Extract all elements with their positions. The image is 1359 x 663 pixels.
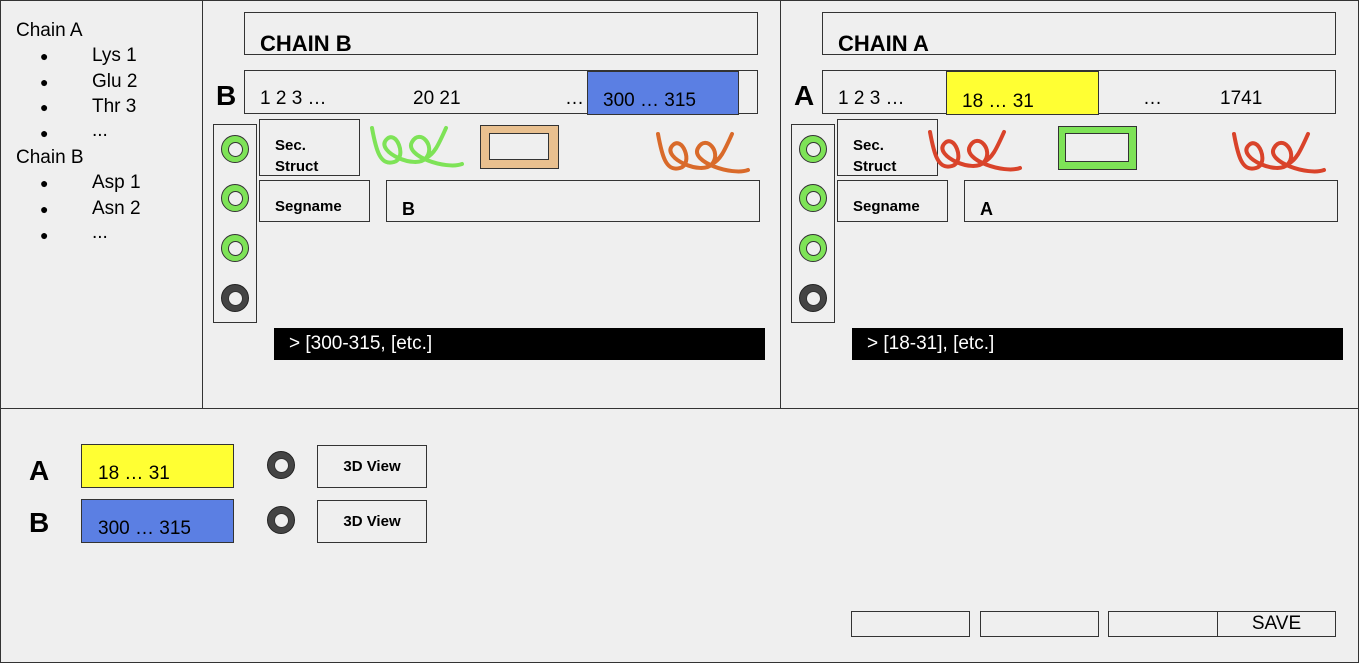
strand-icon xyxy=(1058,126,1137,170)
selection-radio[interactable] xyxy=(267,506,295,534)
segname-field[interactable] xyxy=(964,180,1338,222)
residue-item[interactable]: Lys 1 xyxy=(92,45,137,67)
selection-console[interactable]: > [18-31], [etc.] xyxy=(852,328,1343,360)
footer-button[interactable] xyxy=(980,611,1099,637)
track-toggle-radio[interactable] xyxy=(221,284,249,312)
save-button[interactable]: SAVE xyxy=(1217,611,1336,637)
selection-range[interactable]: 300 … 315 xyxy=(81,499,234,543)
sequence-highlight-label: 18 … 31 xyxy=(962,91,1034,112)
bullet: ● xyxy=(40,175,49,191)
chain-title: CHAIN A xyxy=(838,31,929,56)
bullet: ● xyxy=(40,74,49,90)
chain-letter: A xyxy=(794,80,815,111)
track-toggle-radio[interactable] xyxy=(799,135,827,163)
sequence-ellipsis: … xyxy=(1143,88,1162,109)
bullet: ● xyxy=(40,99,49,115)
sec-struct-label: Sec. Struct xyxy=(853,137,897,175)
sequence-ellipsis: … xyxy=(565,88,584,109)
footer-button[interactable] xyxy=(851,611,970,637)
selection-range[interactable]: 18 … 31 xyxy=(81,444,234,488)
helix-icon xyxy=(656,132,750,174)
3d-view-button[interactable]: 3D View xyxy=(317,445,427,488)
selection-range-label: 300 … 315 xyxy=(98,518,191,539)
track-toggle-radio[interactable] xyxy=(799,184,827,212)
segname-value: B xyxy=(402,199,415,219)
residue-item[interactable]: ... xyxy=(92,120,108,142)
track-toggle-radio[interactable] xyxy=(221,184,249,212)
chain-group-title[interactable]: Chain A xyxy=(16,20,83,42)
sequence-mid: 20 21 xyxy=(413,88,461,109)
segname-field[interactable] xyxy=(386,180,760,222)
bullet: ● xyxy=(40,48,49,64)
sequence-highlight[interactable]: 300 … 315 xyxy=(587,71,739,115)
residue-item[interactable]: ... xyxy=(92,222,108,244)
sequence-highlight[interactable]: 18 … 31 xyxy=(946,71,1099,115)
bullet: ● xyxy=(40,125,49,141)
sequence-start: 1 2 3 … xyxy=(260,88,327,109)
bullet: ● xyxy=(40,201,49,217)
strand-icon xyxy=(480,125,559,169)
helix-icon xyxy=(1232,132,1326,174)
chain-group-title[interactable]: Chain B xyxy=(16,147,84,169)
track-toggle-radio[interactable] xyxy=(221,234,249,262)
track-toggle-radio[interactable] xyxy=(221,135,249,163)
selection-chain-letter: A xyxy=(29,455,50,486)
residue-item[interactable]: Thr 3 xyxy=(92,96,136,118)
sequence-end: 1741 xyxy=(1220,88,1263,109)
residue-item[interactable]: Asn 2 xyxy=(92,198,141,220)
sequence-start: 1 2 3 … xyxy=(838,88,905,109)
3d-view-button[interactable]: 3D View xyxy=(317,500,427,543)
residue-item[interactable]: Asp 1 xyxy=(92,172,141,194)
segname-label: Segname xyxy=(853,198,920,215)
bullet: ● xyxy=(40,227,49,243)
segname-value: A xyxy=(980,199,993,219)
footer-button[interactable] xyxy=(1108,611,1227,637)
selection-console[interactable]: > [300-315, [etc.] xyxy=(274,328,765,360)
selection-range-label: 18 … 31 xyxy=(98,463,170,484)
helix-icon xyxy=(928,130,1022,172)
chain-title: CHAIN B xyxy=(260,31,352,56)
sequence-highlight-label: 300 … 315 xyxy=(603,90,696,111)
segname-label: Segname xyxy=(275,198,342,215)
chain-letter: B xyxy=(216,80,237,111)
helix-icon xyxy=(370,126,464,168)
track-toggle-radio[interactable] xyxy=(799,234,827,262)
selection-chain-letter: B xyxy=(29,507,50,538)
selection-radio[interactable] xyxy=(267,451,295,479)
residue-item[interactable]: Glu 2 xyxy=(92,71,137,93)
sec-struct-label: Sec. Struct xyxy=(275,137,319,175)
track-toggle-radio[interactable] xyxy=(799,284,827,312)
